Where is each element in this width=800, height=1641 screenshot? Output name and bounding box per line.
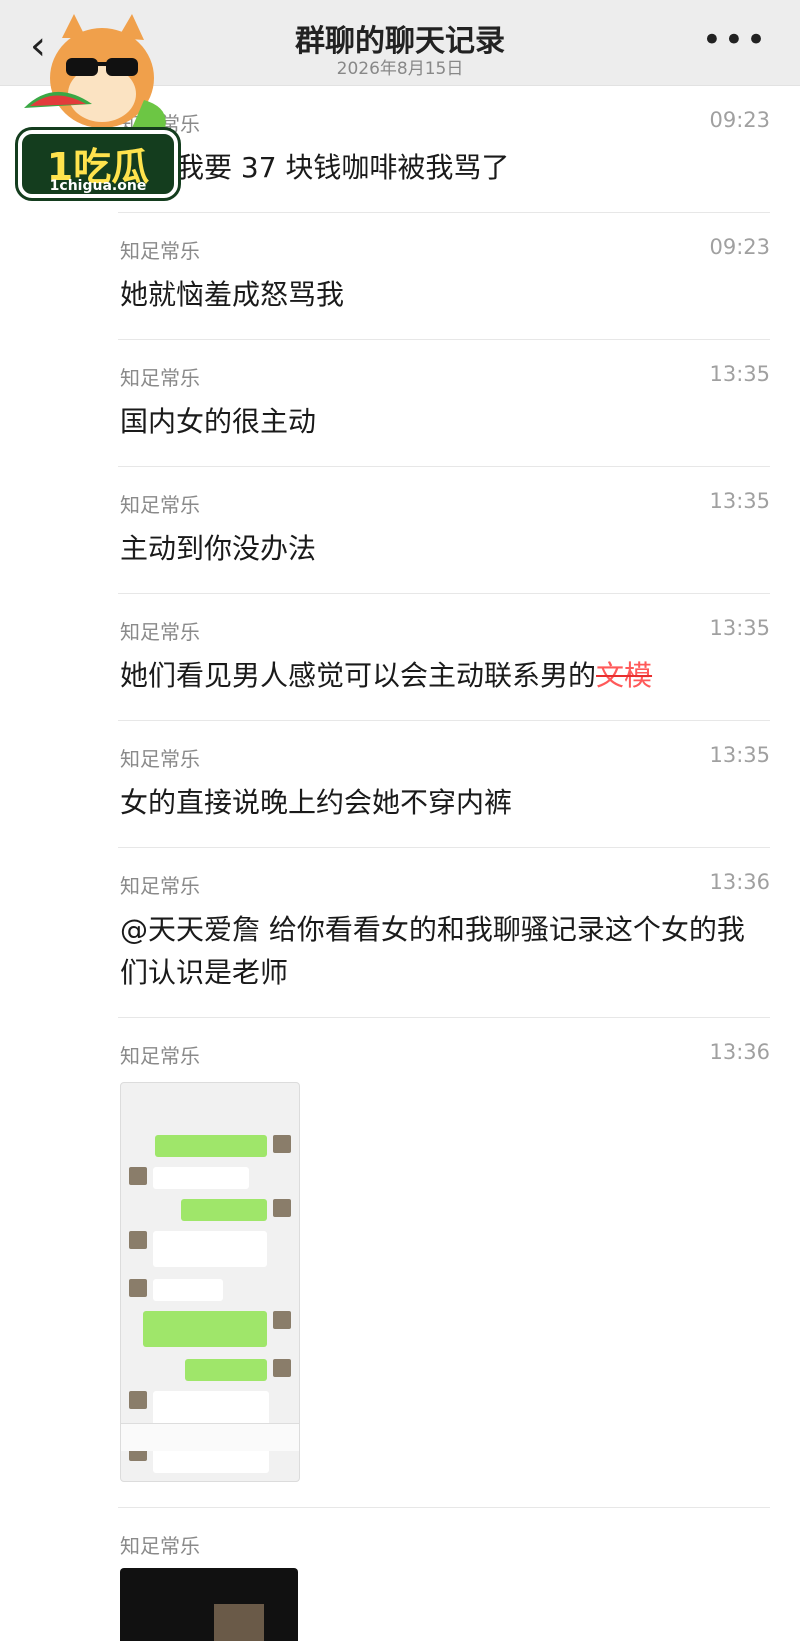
message-time: 13:35 xyxy=(709,362,770,386)
avatar xyxy=(129,1279,147,1297)
white-bubble xyxy=(153,1167,249,1189)
message-text: @天天爱詹 给你看看女的和我聊骚记录这个女的我们认识是老师 xyxy=(120,913,745,989)
message-text: 她就恼羞成怒骂我 xyxy=(120,278,345,311)
message-sender: 知足常乐 xyxy=(120,493,200,517)
message-item[interactable]: 知足常乐 09:23 她就恼羞成怒骂我 xyxy=(118,213,770,340)
chat-screenshot-image-2[interactable] xyxy=(120,1568,298,1641)
avatar xyxy=(129,1231,147,1249)
message-item[interactable]: 知足常乐 13:35 她们看见男人感觉可以会主动联系男的文模 xyxy=(118,594,770,721)
message-sender: 知足常乐 xyxy=(120,1534,200,1558)
message-item[interactable]: 知足常乐 xyxy=(118,1508,770,1641)
message-time: 09:23 xyxy=(709,108,770,132)
more-dots-icon[interactable]: ••• xyxy=(702,23,768,57)
green-bubble xyxy=(155,1135,267,1157)
message-sender: 知足常乐 xyxy=(120,366,200,390)
message-time: 13:35 xyxy=(709,489,770,513)
message-sender: 知足常乐 xyxy=(120,620,200,644)
avatar xyxy=(129,1391,147,1409)
avatar xyxy=(273,1359,291,1377)
green-bubble xyxy=(143,1311,267,1347)
message-text-body: 她们看见男人感觉可以会主动联系男的 xyxy=(120,659,597,692)
struck-out-text: 文模 xyxy=(596,659,653,692)
input-bar-placeholder xyxy=(121,1423,299,1451)
message-sender: 知足常乐 xyxy=(120,1044,200,1068)
chat-screenshot-image[interactable] xyxy=(120,1082,300,1482)
message-time: 13:36 xyxy=(709,870,770,894)
message-time: 09:23 xyxy=(709,235,770,259)
message-sender: 知足常乐 xyxy=(120,747,200,771)
message-sender: 知足常乐 xyxy=(120,874,200,898)
message-item[interactable]: 知足常乐 13:35 国内女的很主动 xyxy=(118,340,770,467)
message-item[interactable]: 知足常乐 09:23 问我要 37 块钱咖啡被我骂了 xyxy=(118,86,770,213)
message-text: 女的直接说晚上约会她不穿内裤 xyxy=(120,786,513,819)
watermark-badge: 1吃瓜 1chigua.one xyxy=(18,130,178,198)
white-bubble xyxy=(153,1231,267,1267)
avatar xyxy=(273,1311,291,1329)
message-text: 问我要 37 块钱咖啡被我骂了 xyxy=(148,151,510,184)
white-bubble xyxy=(153,1279,223,1301)
status-bar-placeholder xyxy=(121,1083,299,1105)
watermark-url-text: 1chigua.one xyxy=(49,178,147,194)
green-bubble xyxy=(185,1359,267,1381)
message-time: 13:36 xyxy=(709,1040,770,1064)
hamster-mascot-icon xyxy=(24,14,166,132)
message-item[interactable]: 知足常乐 13:36 @天天爱詹 给你看看女的和我聊骚记录这个女的我们认识是老师 xyxy=(118,848,770,1018)
message-item[interactable]: 知足常乐 13:36 xyxy=(118,1018,770,1508)
message-text: 她们看见男人感觉可以会主动联系男的文模 xyxy=(120,654,760,697)
message-item[interactable]: 知足常乐 13:35 主动到你没办法 xyxy=(118,467,770,594)
green-bubble xyxy=(181,1199,267,1221)
watermark-logo: 1吃瓜 1chigua.one xyxy=(14,8,180,208)
photo-placeholder xyxy=(214,1604,264,1641)
message-time: 13:35 xyxy=(709,743,770,767)
avatar xyxy=(273,1135,291,1153)
message-sender: 知足常乐 xyxy=(120,239,200,263)
message-text: 国内女的很主动 xyxy=(120,405,317,438)
avatar xyxy=(129,1167,147,1185)
message-time: 13:35 xyxy=(709,616,770,640)
message-item[interactable]: 知足常乐 13:35 女的直接说晚上约会她不穿内裤 xyxy=(118,721,770,848)
message-text: 主动到你没办法 xyxy=(120,532,317,565)
avatar xyxy=(273,1199,291,1217)
